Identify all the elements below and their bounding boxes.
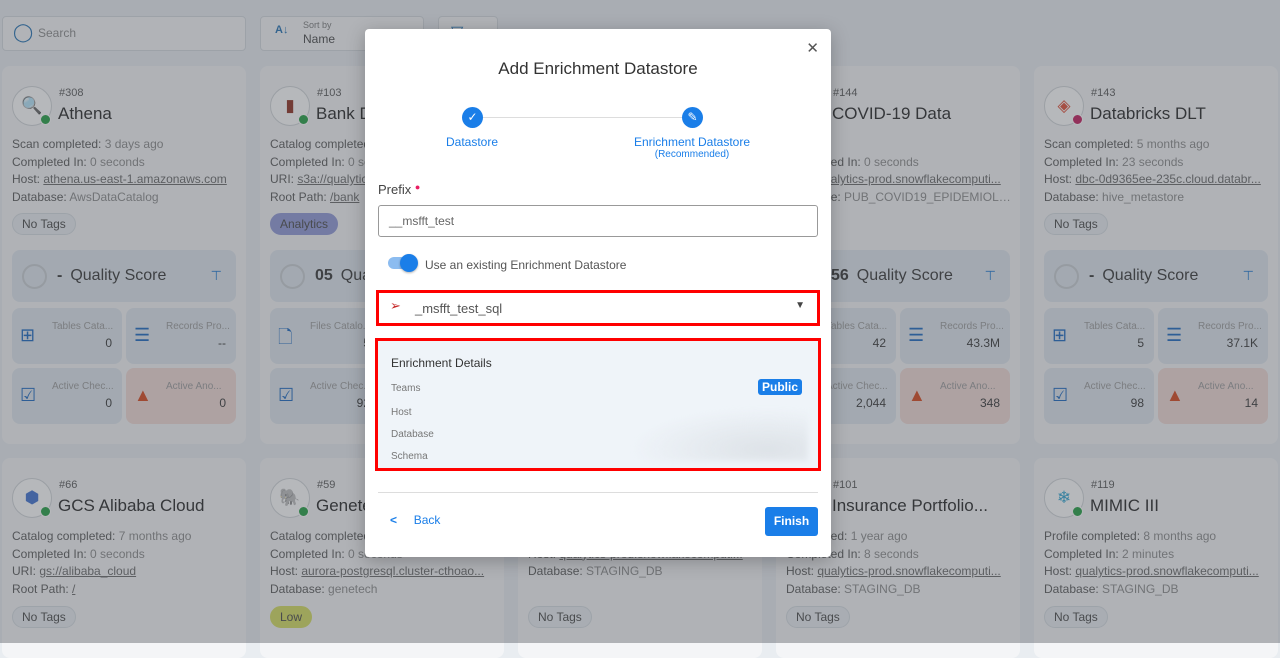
datastore-select[interactable]: ➢ _msfft_test_sql ▼ [376,290,820,326]
prefix-label: Prefix [378,182,412,197]
blurred-values [608,401,808,461]
step-datastore[interactable]: Datastore [422,135,522,149]
host-label: Host [391,407,412,418]
prefix-input[interactable]: __msfft_test [378,205,818,237]
chevron-left-icon: < [390,513,398,527]
edit-pencil-icon: ✎ [682,107,703,128]
required-indicator: ● [414,182,421,192]
back-button[interactable]: < Back [390,513,440,527]
details-title: Enrichment Details [391,356,492,370]
check-icon: ✓ [462,107,483,128]
use-existing-toggle[interactable] [388,254,418,272]
sql-server-icon: ➢ [390,298,401,313]
divider [378,492,818,493]
step-enrichment-datastore[interactable]: Enrichment Datastore [612,135,772,149]
chevron-down-icon: ▼ [795,300,805,311]
stepper-line [483,117,683,118]
step-recommended-note: (Recommended) [654,149,730,160]
database-label: Database [391,429,434,440]
toggle-label: Use an existing Enrichment Datastore [425,258,627,272]
finish-button[interactable]: Finish [765,507,818,536]
public-badge: Public [757,379,802,395]
add-enrichment-datastore-modal: ✕ Add Enrichment Datastore ✓ ✎ Datastore… [365,29,831,557]
enrichment-details-panel: Enrichment Details Teams Public Host Dat… [375,338,821,471]
close-icon[interactable]: ✕ [806,39,819,57]
teams-label: Teams [391,383,421,394]
modal-title: Add Enrichment Datastore [498,59,698,78]
schema-label: Schema [391,451,428,462]
